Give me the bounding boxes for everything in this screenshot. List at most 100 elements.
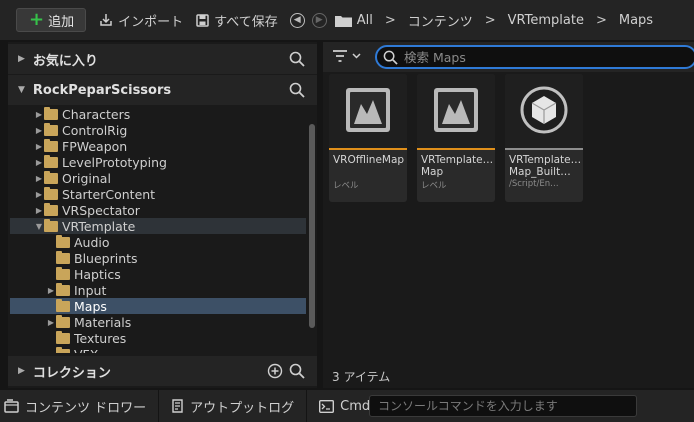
level-map-icon xyxy=(345,87,391,136)
tree-item[interactable]: Haptics xyxy=(10,266,306,282)
asset-tile[interactable]: VRTemplate… Map_Built…/Script/En… xyxy=(505,74,583,202)
folder-icon xyxy=(44,154,58,168)
collapsed-arrow-icon[interactable]: ▶ xyxy=(34,142,44,151)
output-log-icon xyxy=(172,399,183,413)
folder-icon xyxy=(44,218,58,232)
history-back-button[interactable]: ◀ xyxy=(289,12,305,28)
forward-arrow-icon: ▶ xyxy=(311,12,327,28)
tree-item-label: Haptics xyxy=(74,266,121,282)
console-input[interactable] xyxy=(370,396,636,416)
collapsed-arrow-icon[interactable]: ▶ xyxy=(34,206,44,215)
asset-type-bar xyxy=(329,148,407,150)
tree-item-label: Characters xyxy=(62,106,131,122)
filter-icon xyxy=(333,50,347,62)
tree-item[interactable]: ▶ Original xyxy=(10,170,306,186)
tree-item[interactable]: Maps xyxy=(10,298,306,314)
collapsed-arrow-icon[interactable]: ▶ xyxy=(34,158,44,167)
tree-item-label: Maps xyxy=(74,298,107,314)
tree-item[interactable]: Textures xyxy=(10,330,306,346)
asset-tile[interactable]: VROfflineMap レベル xyxy=(329,74,407,202)
tree-item-label: FPWeapon xyxy=(62,138,128,154)
tree-item[interactable]: Audio xyxy=(10,234,306,250)
tree-item-label: VRTemplate xyxy=(62,218,136,234)
tree-item[interactable]: ▶ LevelPrototyping xyxy=(10,154,306,170)
status-bar: コンテンツ ドロワー アウトプットログ Cmd xyxy=(0,390,694,422)
tree-item[interactable]: VFX xyxy=(10,346,306,353)
add-button[interactable]: + 追加 xyxy=(16,8,87,32)
content-drawer-icon xyxy=(4,399,19,413)
tree-item-label: Blueprints xyxy=(74,250,138,266)
asset-tile[interactable]: VRTemplate… Map レベル xyxy=(417,74,495,202)
asset-type-label: レベル xyxy=(333,181,359,191)
items-count: 3 アイテム xyxy=(332,370,391,384)
tree-item[interactable]: ▶ Materials xyxy=(10,314,306,330)
collapsed-arrow-icon[interactable]: ▶ xyxy=(34,110,44,119)
asset-type-label: /Script/En… xyxy=(509,179,559,189)
cmd-label: Cmd xyxy=(340,398,371,414)
tree-item-label: Audio xyxy=(74,234,110,250)
breadcrumb-content[interactable]: コンテンツ xyxy=(408,11,473,30)
search-input[interactable] xyxy=(404,49,664,65)
tree-item[interactable]: ▶ StarterContent xyxy=(10,186,306,202)
content-drawer-label: コンテンツ ドロワー xyxy=(25,400,147,416)
collapsed-arrow-icon[interactable]: ▶ xyxy=(34,190,44,199)
search-icon[interactable] xyxy=(289,82,305,98)
asset-type-bar xyxy=(417,148,495,150)
folder-icon xyxy=(44,106,58,120)
search-icon[interactable] xyxy=(289,363,305,379)
collapsed-arrow-icon[interactable]: ▶ xyxy=(34,174,44,183)
tree-item-label: Input xyxy=(74,282,107,298)
folder-icon xyxy=(56,266,70,280)
search-box[interactable] xyxy=(375,45,694,69)
tree-item[interactable]: ▶ Input xyxy=(10,282,306,298)
folder-icon xyxy=(56,234,70,248)
output-log-label: アウトプットログ xyxy=(190,400,295,416)
project-label: RockPeparScissors xyxy=(32,82,172,98)
output-log-button[interactable]: アウトプットログ xyxy=(159,390,308,422)
tree-item-label: VFX xyxy=(74,347,98,354)
folder-icon xyxy=(334,15,352,27)
asset-thumbnail xyxy=(329,74,407,148)
scrollbar-thumb[interactable] xyxy=(309,124,315,328)
search-icon[interactable] xyxy=(289,51,305,67)
console-field[interactable] xyxy=(369,395,637,417)
expanded-arrow-icon: ▼ xyxy=(18,85,25,95)
tree-scrollbar[interactable] xyxy=(309,122,315,332)
filter-button[interactable] xyxy=(333,50,361,62)
breadcrumb-maps[interactable]: Maps xyxy=(619,13,653,28)
tree-item-label: ControlRig xyxy=(62,122,128,138)
asset-thumbnail xyxy=(505,74,583,148)
tree-item[interactable]: ▼ VRTemplate xyxy=(10,218,306,234)
project-header[interactable]: ▼ RockPeparScissors xyxy=(8,75,317,105)
tree-item[interactable]: ▶ ControlRig xyxy=(10,122,306,138)
collapsed-arrow-icon[interactable]: ▶ xyxy=(46,286,56,295)
expanded-arrow-icon[interactable]: ▼ xyxy=(34,222,44,231)
save-all-button[interactable]: すべて保存 xyxy=(196,11,278,30)
add-circle-icon[interactable] xyxy=(267,363,283,379)
tree-item[interactable]: ▶ FPWeapon xyxy=(10,138,306,154)
tree-item[interactable]: ▶ Characters xyxy=(10,106,306,122)
tree-item-label: Textures xyxy=(74,330,127,346)
breadcrumb-all[interactable]: All xyxy=(357,13,373,28)
folder-icon xyxy=(44,202,58,216)
folder-tree: ▶ Characters ▶ ControlRig ▶ FPWeapon ▶ LevelPro… xyxy=(10,102,306,353)
level-map-icon xyxy=(433,87,479,136)
add-button-label: 追加 xyxy=(48,14,75,30)
save-all-label: すべて保存 xyxy=(214,14,278,30)
folder-icon xyxy=(44,186,58,200)
asset-type-bar xyxy=(505,148,583,150)
collapsed-arrow-icon[interactable]: ▶ xyxy=(46,318,56,327)
collapsed-arrow-icon[interactable]: ▶ xyxy=(34,126,44,135)
favorites-header[interactable]: ▶ お気に入り xyxy=(8,44,317,74)
import-button[interactable]: インポート xyxy=(99,11,183,30)
content-drawer-button[interactable]: コンテンツ ドロワー xyxy=(0,390,160,422)
asset-name: VROfflineMap xyxy=(333,154,405,166)
history-forward-button[interactable]: ▶ xyxy=(311,12,327,28)
folder-icon xyxy=(44,122,58,136)
import-icon xyxy=(100,14,112,26)
tree-item[interactable]: ▶ VRSpectator xyxy=(10,202,306,218)
tree-item[interactable]: Blueprints xyxy=(10,250,306,266)
folder-icon xyxy=(56,330,70,344)
breadcrumb-vrtemplate[interactable]: VRTemplate xyxy=(508,13,584,28)
collections-header[interactable]: ▶ コレクション xyxy=(8,356,317,386)
